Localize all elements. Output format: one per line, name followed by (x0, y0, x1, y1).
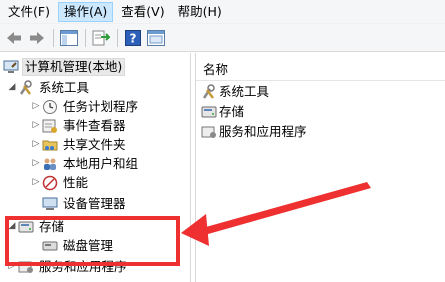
tree-item-system-tools[interactable]: ◢ 系统工具 (6, 78, 91, 97)
toolbar-separator (117, 28, 118, 47)
expand-arrow-icon[interactable]: ▷ (30, 135, 42, 154)
expand-arrow-icon[interactable]: ▷ (30, 154, 42, 173)
shared-folder-icon (42, 137, 58, 153)
performance-icon (42, 175, 58, 191)
clock-icon (42, 99, 58, 115)
highlight-box (5, 216, 180, 266)
list-item[interactable]: 系统工具 (201, 82, 269, 101)
forward-arrow-icon[interactable] (27, 28, 47, 48)
help-icon[interactable]: ? (123, 28, 143, 48)
expand-arrow-icon[interactable]: ▷ (30, 97, 42, 116)
tools-icon (18, 79, 34, 96)
svg-text:?: ? (130, 31, 137, 45)
menu-action[interactable]: 操作(A) (57, 1, 114, 22)
tree-item-task-scheduler[interactable]: ▷ 任务计划程序 (30, 97, 140, 116)
expand-arrow-icon[interactable]: ▷ (30, 116, 42, 135)
tree-item-computer-management[interactable]: 计算机管理(本地) (3, 57, 126, 76)
event-viewer-icon (42, 118, 58, 134)
properties-icon[interactable] (146, 28, 166, 48)
tree-item-performance[interactable]: ▷ 性能 (30, 173, 90, 192)
expand-arrow-icon[interactable]: ▷ (30, 173, 42, 192)
computer-management-window: 文件(F) 操作(A) 查看(V) 帮助(H) ? 计算机管理(本地) ◢ 系统… (0, 0, 445, 282)
toolbar-separator (53, 28, 54, 47)
list-item[interactable]: 服务和应用程序 (201, 122, 307, 141)
column-header-name[interactable]: 名称 (196, 59, 445, 81)
details-pane: 名称 系统工具 存储 服务和应用程序 (195, 53, 445, 282)
users-icon (42, 156, 58, 172)
computer-management-icon (3, 59, 19, 75)
tree-item-event-viewer[interactable]: ▷ 事件查看器 (30, 116, 128, 135)
back-arrow-icon[interactable] (4, 28, 24, 48)
menu-file[interactable]: 文件(F) (3, 2, 55, 22)
export-list-icon[interactable] (91, 28, 111, 48)
toolbar-separator (85, 28, 86, 47)
services-icon (201, 124, 217, 140)
menu-bar: 文件(F) 操作(A) 查看(V) 帮助(H) (0, 0, 445, 24)
tools-icon (201, 83, 217, 100)
toolbar: ? (0, 24, 445, 52)
list-item[interactable]: 存储 (201, 102, 244, 121)
tree-item-shared-folders[interactable]: ▷ 共享文件夹 (30, 135, 128, 154)
storage-icon (201, 104, 217, 120)
menu-help[interactable]: 帮助(H) (173, 2, 227, 22)
show-hide-tree-icon[interactable] (59, 28, 79, 48)
menu-view[interactable]: 查看(V) (116, 2, 169, 22)
tree-item-device-manager[interactable]: 设备管理器 (42, 194, 128, 213)
tree-item-local-users-groups[interactable]: ▷ 本地用户和组 (30, 154, 140, 173)
collapse-arrow-icon[interactable]: ◢ (6, 78, 18, 97)
device-manager-icon (42, 196, 58, 212)
